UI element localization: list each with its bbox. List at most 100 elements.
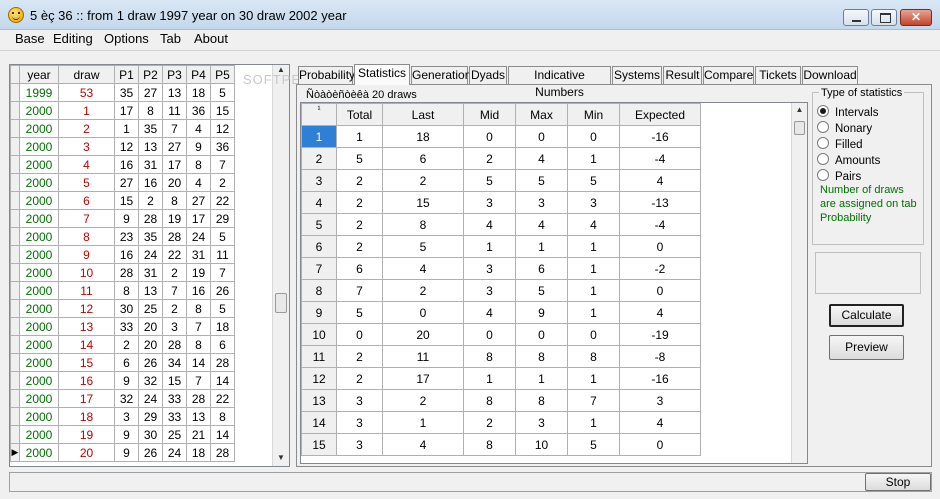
radio-icon[interactable] — [817, 137, 829, 149]
cell-p1[interactable]: 35 — [114, 83, 139, 102]
cell-max[interactable]: 5 — [515, 279, 568, 302]
stats-row-number[interactable]: 6 — [301, 235, 337, 258]
cell-p2[interactable]: 13 — [138, 281, 163, 300]
cell-total[interactable]: 2 — [336, 169, 383, 192]
cell-year[interactable]: 2000 — [19, 371, 59, 390]
cell-year[interactable]: 2000 — [19, 443, 59, 462]
cell-last[interactable]: 11 — [382, 345, 464, 368]
stats-row-number[interactable]: 10 — [301, 323, 337, 346]
tab-indicative-numbers[interactable]: Indicative Numbers — [508, 66, 611, 99]
cell-mid[interactable]: 3 — [463, 279, 516, 302]
row-header[interactable] — [10, 299, 20, 318]
minimize-button[interactable] — [843, 9, 869, 26]
cell-p5[interactable]: 7 — [210, 155, 235, 174]
tab-systems[interactable]: Systems — [612, 66, 662, 84]
cell-year[interactable]: 2000 — [19, 353, 59, 372]
tab-compare[interactable]: Compare — [703, 66, 754, 84]
cell-last[interactable]: 8 — [382, 213, 464, 236]
draws-grid[interactable]: year draw P1 P2 P3 P4 P5 1999 53 35 27 13 18 5… — [9, 64, 290, 467]
cell-expected[interactable]: -19 — [619, 323, 701, 346]
tab-download[interactable]: Download — [802, 66, 858, 84]
draw-row[interactable]: 2000 6 15 2 8 27 22 — [10, 191, 235, 210]
cell-p4[interactable]: 14 — [186, 353, 211, 372]
stats-row-number[interactable]: 12 — [301, 367, 337, 390]
cell-min[interactable]: 1 — [567, 367, 620, 390]
stats-row[interactable]: 10 0 20 0 0 0 -19 — [301, 323, 701, 346]
cell-draw[interactable]: 13 — [58, 317, 115, 336]
cell-draw[interactable]: 5 — [58, 173, 115, 192]
stats-row[interactable]: 8723510 — [301, 279, 701, 302]
cell-p1[interactable]: 2 — [114, 335, 139, 354]
cell-draw[interactable]: 18 — [58, 407, 115, 426]
col-header-p1[interactable]: P1 — [114, 65, 139, 84]
menu-base[interactable]: Base — [15, 31, 45, 46]
cell-total[interactable]: 5 — [336, 147, 383, 170]
cell-mid[interactable]: 1 — [463, 367, 516, 390]
stats-row-number[interactable]: 8 — [301, 279, 337, 302]
stats-row-number[interactable]: 3 — [301, 169, 337, 192]
cell-year[interactable]: 2000 — [19, 317, 59, 336]
cell-mid[interactable]: 0 — [463, 323, 516, 346]
cell-total[interactable]: 2 — [336, 345, 383, 368]
cell-p5[interactable]: 22 — [210, 389, 235, 408]
cell-p4[interactable]: 19 — [186, 263, 211, 282]
cell-p4[interactable]: 18 — [186, 83, 211, 102]
cell-p2[interactable]: 24 — [138, 245, 163, 264]
cell-p2[interactable]: 20 — [138, 335, 163, 354]
tab-tickets[interactable]: Tickets — [755, 66, 801, 84]
cell-year[interactable]: 2000 — [19, 407, 59, 426]
draw-row[interactable]: 2000 19 9 30 25 21 14 — [10, 425, 235, 444]
cell-total[interactable]: 0 — [336, 323, 383, 346]
cell-draw[interactable]: 2 — [58, 119, 115, 138]
cell-min[interactable]: 1 — [567, 147, 620, 170]
cell-p5[interactable]: 14 — [210, 425, 235, 444]
cell-last[interactable]: 2 — [382, 389, 464, 412]
cell-p5[interactable]: 5 — [210, 299, 235, 318]
draw-row[interactable]: 2000 13 33 20 3 7 18 — [10, 317, 235, 336]
col-header-last[interactable]: Last — [382, 103, 464, 126]
draw-row[interactable]: 2000 11 8 13 7 16 26 — [10, 281, 235, 300]
draw-row[interactable]: 2000 7 9 28 19 17 29 — [10, 209, 235, 228]
cell-total[interactable]: 3 — [336, 411, 383, 434]
close-button[interactable]: ✕ — [900, 9, 932, 26]
cell-total[interactable]: 2 — [336, 191, 383, 214]
cell-p5[interactable]: 5 — [210, 227, 235, 246]
cell-p1[interactable]: 33 — [114, 317, 139, 336]
cell-mid[interactable]: 3 — [463, 191, 516, 214]
stats-row[interactable]: 12 2 17 1 1 1 -16 — [301, 367, 701, 390]
cell-p3[interactable]: 7 — [162, 119, 187, 138]
draw-row[interactable]: 2000 15 6 26 34 14 28 — [10, 353, 235, 372]
cell-year[interactable]: 2000 — [19, 227, 59, 246]
draw-row[interactable]: ▶ 2000 20 9 26 24 18 28 — [10, 443, 235, 462]
cell-p1[interactable]: 6 — [114, 353, 139, 372]
cell-p3[interactable]: 19 — [162, 209, 187, 228]
cell-expected[interactable]: 0 — [619, 279, 701, 302]
cell-p1[interactable]: 9 — [114, 209, 139, 228]
cell-p2[interactable]: 28 — [138, 209, 163, 228]
cell-p5[interactable]: 36 — [210, 137, 235, 156]
col-header-total[interactable]: Total — [336, 103, 383, 126]
stats-row[interactable]: 7 6 4 3 6 1 -2 — [301, 257, 701, 280]
cell-p4[interactable]: 18 — [186, 443, 211, 462]
cell-p1[interactable]: 9 — [114, 443, 139, 462]
cell-draw[interactable]: 20 — [58, 443, 115, 462]
col-header-max[interactable]: Max — [515, 103, 568, 126]
cell-min[interactable]: 3 — [567, 191, 620, 214]
cell-expected[interactable]: -13 — [619, 191, 701, 214]
cell-total[interactable]: 3 — [336, 433, 383, 456]
row-header[interactable] — [10, 353, 20, 372]
stats-row-number[interactable]: 7 — [301, 257, 337, 280]
cell-p5[interactable]: 6 — [210, 335, 235, 354]
cell-year[interactable]: 2000 — [19, 191, 59, 210]
row-header[interactable] — [10, 209, 20, 228]
cell-last[interactable]: 4 — [382, 257, 464, 280]
row-header[interactable] — [10, 389, 20, 408]
cell-p3[interactable]: 28 — [162, 335, 187, 354]
cell-p4[interactable]: 13 — [186, 407, 211, 426]
cell-p2[interactable]: 16 — [138, 173, 163, 192]
radio-icon[interactable] — [817, 169, 829, 181]
cell-max[interactable]: 1 — [515, 367, 568, 390]
row-header[interactable] — [10, 83, 20, 102]
stats-row[interactable]: 1 1 18 0 0 0 -16 — [301, 125, 701, 148]
cell-min[interactable]: 4 — [567, 213, 620, 236]
